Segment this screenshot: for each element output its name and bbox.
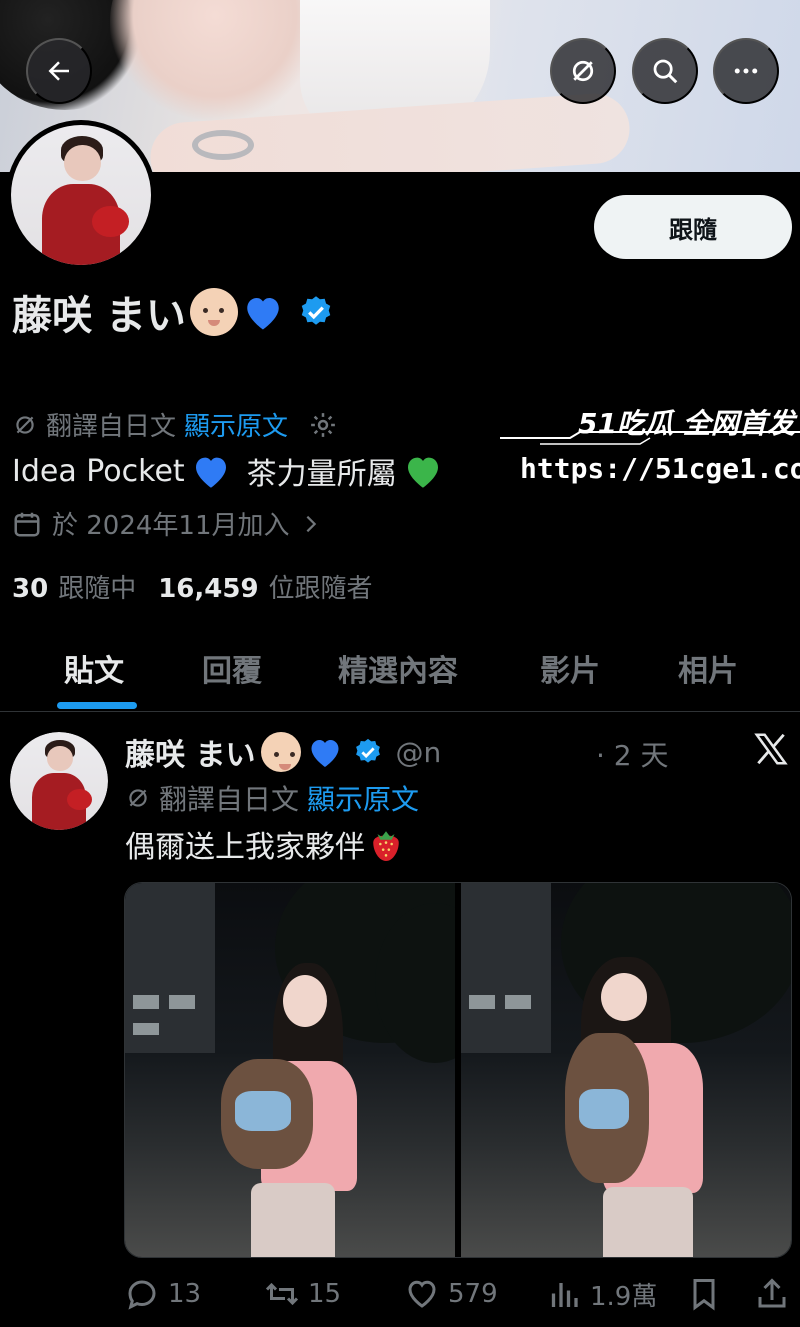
views-count: 1.9萬 xyxy=(590,1282,658,1312)
reply-button[interactable]: 13 xyxy=(124,1276,201,1312)
repost-icon xyxy=(265,1282,299,1306)
like-button[interactable]: 579 xyxy=(404,1276,498,1312)
bio-prefix: Idea Pocket xyxy=(12,453,185,489)
show-original-link[interactable]: 顯示原文 xyxy=(184,406,288,443)
post-show-original-link[interactable]: 顯示原文 xyxy=(307,778,419,818)
joined-label: 於 2024年11月加入 xyxy=(52,511,290,541)
reply-count: 13 xyxy=(168,1279,202,1309)
gear-icon[interactable] xyxy=(308,410,338,440)
post-translate-notice: 翻譯自日文 顯示原文 xyxy=(125,778,419,818)
bookmark-button[interactable] xyxy=(686,1276,722,1312)
repost-count: 15 xyxy=(308,1279,342,1309)
search-button[interactable] xyxy=(632,38,698,104)
verified-badge-icon[interactable] xyxy=(298,294,334,330)
tab-replies[interactable]: 回覆 xyxy=(202,646,262,690)
repost-button[interactable]: 15 xyxy=(264,1276,341,1312)
bio-suffix: 茶力量所屬 xyxy=(246,457,397,492)
bookmark-icon xyxy=(693,1279,715,1311)
post-avatar[interactable] xyxy=(10,732,108,830)
post-actions: 13 15 579 1.9萬 xyxy=(0,1268,800,1320)
back-button[interactable] xyxy=(26,38,92,104)
share-icon xyxy=(758,1278,786,1308)
blue-heart-icon xyxy=(195,457,226,488)
tab-posts[interactable]: 貼文 xyxy=(64,646,124,690)
strawberry-icon xyxy=(373,831,399,861)
calendar-icon xyxy=(14,512,40,536)
tab-highlights[interactable]: 精選內容 xyxy=(338,646,458,690)
post-author[interactable]: 藤咲 まい xyxy=(125,730,255,774)
post-photo[interactable] xyxy=(461,883,791,1257)
chevron-right-icon xyxy=(306,515,316,532)
post-photo[interactable] xyxy=(125,883,455,1257)
profile-name: 藤咲 まい xyxy=(12,283,334,341)
verified-badge-icon xyxy=(356,738,381,763)
baby-emoji-icon xyxy=(261,732,302,772)
post-header: 藤咲 まい @n xyxy=(125,730,441,774)
x-logo-icon xyxy=(754,733,788,765)
following-label[interactable]: 跟隨中 xyxy=(58,568,136,605)
followers-label[interactable]: 位跟隨者 xyxy=(269,568,373,605)
post-media xyxy=(124,882,792,1258)
post-translate-label: 翻譯自日文 xyxy=(159,783,300,816)
profile-avatar[interactable] xyxy=(6,120,156,270)
site-watermark: 51吃瓜 全网首发 https://51cge1.com xyxy=(500,384,800,494)
blue-heart-icon xyxy=(247,298,279,330)
followers-count[interactable]: 16,459 xyxy=(158,574,258,604)
tab-videos[interactable]: 影片 xyxy=(540,646,600,690)
translate-toggle-button[interactable] xyxy=(550,38,616,104)
profile-bio: Idea Pocket 茶力量所屬 xyxy=(12,449,443,493)
analytics-icon xyxy=(551,1282,578,1307)
green-heart-icon xyxy=(407,457,438,488)
views-button[interactable]: 1.9萬 xyxy=(546,1276,657,1313)
search-icon xyxy=(653,59,678,84)
display-name: 藤咲 まい xyxy=(12,293,186,339)
watermark-title: 51吃瓜 全网首发 xyxy=(578,407,795,440)
arrow-left-icon xyxy=(48,61,69,81)
profile-tabs: 貼文 回覆 精選內容 影片 相片 xyxy=(0,628,800,712)
post-body: 偶爾送上我家夥伴 xyxy=(125,830,365,865)
more-button[interactable] xyxy=(713,38,779,104)
following-count[interactable]: 30 xyxy=(12,574,48,604)
more-icon xyxy=(734,68,758,74)
reply-icon xyxy=(128,1280,156,1310)
translate-label: 翻譯自日文 xyxy=(46,412,177,442)
follow-stats: 30 跟隨中 16,459 位跟隨者 xyxy=(12,568,373,605)
translate-off-icon xyxy=(129,789,147,807)
blue-heart-icon xyxy=(311,740,339,767)
like-count: 579 xyxy=(448,1279,498,1309)
translate-notice: 翻譯自日文 顯示原文 xyxy=(12,406,338,443)
post-text: 偶爾送上我家夥伴 xyxy=(125,822,403,866)
watermark-url: https://51cge1.com xyxy=(520,452,800,485)
share-button[interactable] xyxy=(754,1276,790,1312)
active-tab-indicator xyxy=(57,702,137,709)
baby-emoji-icon xyxy=(189,288,238,336)
translate-off-icon xyxy=(572,60,594,82)
heart-icon xyxy=(408,1280,436,1308)
post-handle[interactable]: @n xyxy=(395,736,441,769)
follow-button[interactable]: 跟隨 xyxy=(594,195,792,259)
post-time[interactable]: · 2 天 xyxy=(596,734,669,774)
translate-off-icon xyxy=(16,415,34,434)
tab-photos[interactable]: 相片 xyxy=(678,646,738,690)
joined-date[interactable]: 於 2024年11月加入 xyxy=(12,505,322,542)
